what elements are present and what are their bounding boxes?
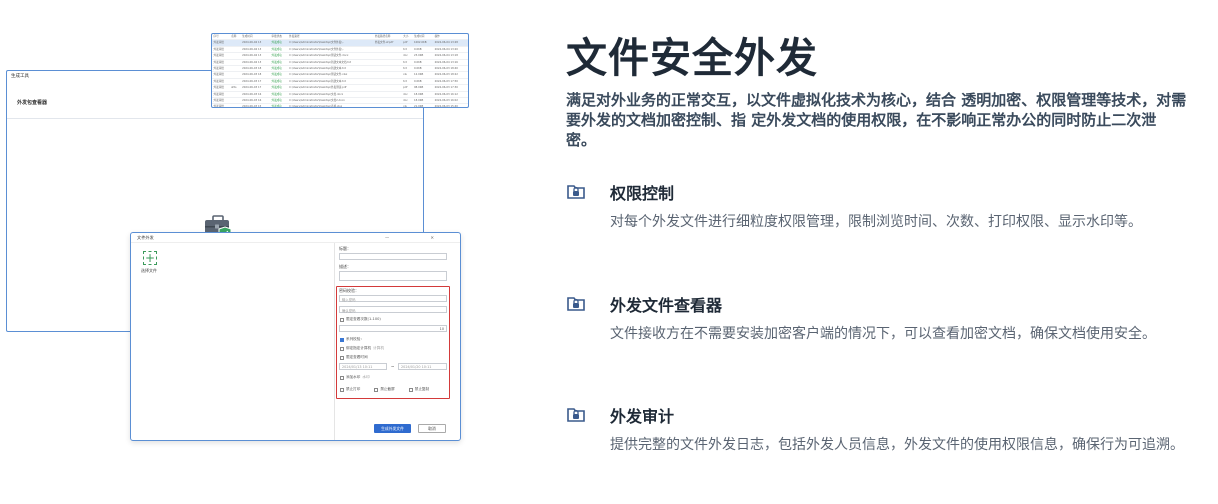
no-copy-label: 禁止复制 <box>414 387 430 391</box>
machine-checkbox[interactable] <box>340 337 344 342</box>
confirm-password-input[interactable]: 确认密码 <box>339 306 447 313</box>
lead-paragraph: 满足对外业务的正常交互，以文件虚拟化技术为核心，结合 透明加密、权限管理等技术，… <box>566 91 1187 149</box>
time-start-input[interactable]: 2024/01/13 10:11 <box>339 363 387 370</box>
folder-lock-icon <box>567 408 585 422</box>
limit-open-checkbox[interactable] <box>340 317 344 322</box>
table-cell: 外发成功 <box>269 103 288 107</box>
outgoing-table: 序号 名称 生成时间 审批状态 外发路径 外发路径名称 大小 生成时间 操作 外发审批 2024-… <box>212 34 468 107</box>
machine-label: 系列校验： <box>346 337 364 341</box>
password-label: 密码校验： <box>339 288 359 293</box>
table-body: 外发审批 2024-06-04 13 外发成功 C:\Users\Administra… <box>212 39 468 107</box>
page: 生成工具 外发包查看器 外发包查看器 基于文档的安全外发管控，查看外发文件内容的… <box>0 0 1218 504</box>
feature-description: 文件接收方在不需要安装加密客户端的情况下，可以查看加密文档，确保文档使用安全。 <box>610 326 1156 342</box>
folder-lock-icon <box>567 185 585 199</box>
subject-input[interactable] <box>339 253 447 260</box>
subject-label: 标题： <box>339 246 351 251</box>
table-cell: 外发审批 <box>212 103 230 107</box>
bind-machine-row[interactable]: 绑定指定计算机 计算机 <box>340 346 384 351</box>
time-end-input[interactable]: 2024/01/20 10:11 <box>398 363 447 370</box>
watermark-checkbox[interactable] <box>340 375 344 380</box>
bind-machine-label: 绑定指定计算机 <box>346 346 372 350</box>
limit-open-row[interactable]: 限定查看次数(1-100) <box>340 317 381 322</box>
restrictions-row: 禁止打印 禁止截屏 禁止复制 <box>340 387 429 392</box>
window-controls[interactable]: — ✕ <box>385 235 454 240</box>
dialog-right-panel <box>334 243 335 440</box>
limit-time-checkbox[interactable] <box>340 355 344 360</box>
table-cell: 2024-06-03 15:40 <box>433 103 468 107</box>
limit-open-label: 限定查看次数(1-100) <box>346 317 381 321</box>
table-cell: xls <box>401 103 413 107</box>
watermark-row[interactable]: 添加水印 水印 <box>340 375 370 380</box>
feature-description: 提供完整的文件外发日志，包括外发人员信息，外发文件的使用权限信息，确保行为可追溯… <box>610 437 1184 453</box>
folder-lock-icon <box>567 297 585 311</box>
page-title: 文件安全外发 <box>566 34 818 82</box>
limit-time-label: 限定查看时间 <box>346 355 368 359</box>
machine-row[interactable]: 系列校验： <box>340 337 364 342</box>
send-file-dialog: 文件外发 — ✕ + 选择文件 标题： 描述： 密码校验： 输入密码 确认密码 … <box>130 232 461 441</box>
no-screenshot-checkbox[interactable] <box>374 387 379 392</box>
watermark-label: 添加水印 <box>346 375 361 379</box>
outgoing-list-window: 序号 名称 生成时间 审批状态 外发路径 外发路径名称 大小 生成时间 操作 外发审批 2024-… <box>211 33 469 108</box>
table-cell <box>373 103 402 107</box>
no-screenshot-label: 禁止截屏 <box>380 387 395 391</box>
add-file-label: 选择文件 <box>141 268 157 273</box>
no-copy-checkbox[interactable] <box>408 387 413 392</box>
watermark-hint: 水印 <box>362 375 370 379</box>
feature-description: 对每个外发文件进行细粒度权限管理，限制浏览时间、次数、打印权限、显示水印等。 <box>610 214 1142 230</box>
limit-time-row[interactable]: 限定查看时间 <box>340 355 368 360</box>
generate-button[interactable]: 生成外发文件 <box>374 424 411 433</box>
table-cell: 21.0KB <box>412 103 434 107</box>
feature-title: 外发审计 <box>610 407 675 426</box>
description-label: 描述： <box>339 264 351 269</box>
password-input[interactable]: 输入密码 <box>339 295 447 302</box>
dialog-title: 文件外发 <box>137 235 154 240</box>
add-file-icon[interactable]: + <box>143 251 157 265</box>
cancel-button[interactable]: 取消 <box>418 424 446 433</box>
table-cell: 2024-06-03 15 <box>240 103 270 107</box>
table-cell: C:\Users\Administrator\Desktop\表格.xlsx <box>287 103 374 107</box>
limit-open-value[interactable]: 10 <box>339 325 447 332</box>
bind-machine-checkbox[interactable] <box>340 346 344 351</box>
table-row[interactable]: 外发审批 2024-06-03 15 外发成功 C:\Users\Administra… <box>212 103 468 107</box>
feature-title: 外发文件查看器 <box>610 296 723 315</box>
bind-machine-hint: 计算机 <box>373 346 384 350</box>
no-print-label: 禁止打印 <box>346 387 361 391</box>
no-print-checkbox[interactable] <box>340 387 344 392</box>
dialog-titlebar: 文件外发 — ✕ <box>131 233 460 243</box>
description-input[interactable] <box>339 271 447 281</box>
time-separator: ~ <box>391 364 395 369</box>
permission-highlight <box>336 286 450 399</box>
feature-title: 权限控制 <box>610 184 675 203</box>
table-cell <box>229 103 241 107</box>
